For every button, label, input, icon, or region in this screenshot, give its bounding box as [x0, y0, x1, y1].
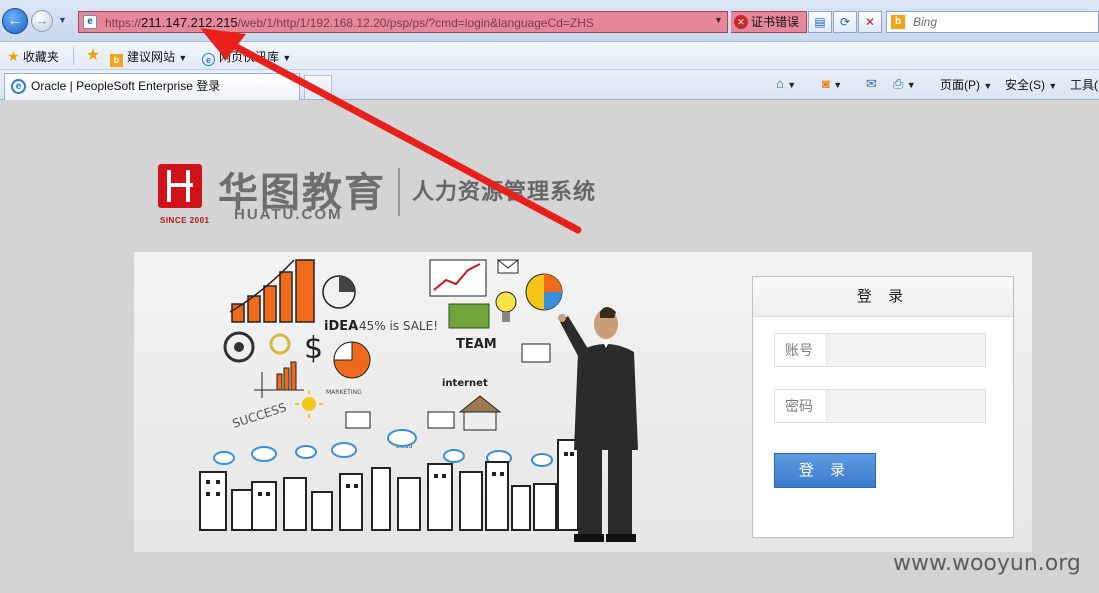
annotation-arrow [200, 28, 582, 234]
